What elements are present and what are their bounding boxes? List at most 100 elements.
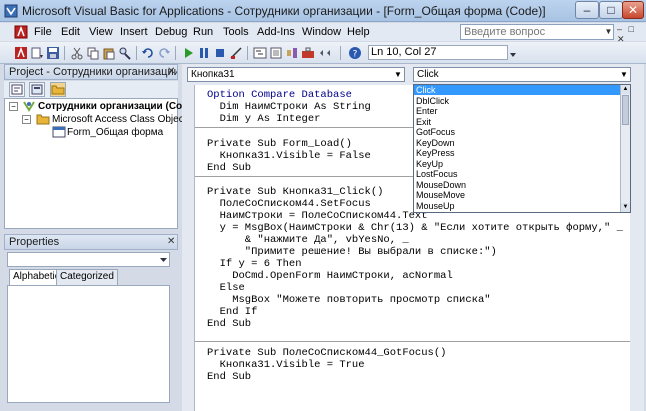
code-line[interactable]: Кнопка31.Visible = True <box>207 359 365 371</box>
project-panel-close[interactable]: ✕ <box>167 66 175 77</box>
menu-add-ins[interactable]: Add-Ins <box>257 26 295 38</box>
code-line[interactable]: y = MsgBox(НаимСтроки & Chr(13) & "Если … <box>207 222 623 234</box>
menu-help[interactable]: Help <box>347 26 370 38</box>
procedure-divider <box>195 341 630 342</box>
code-line[interactable]: End Sub <box>207 318 251 330</box>
cut-icon[interactable] <box>70 46 84 60</box>
procedure-combo-value: Click <box>417 69 439 80</box>
tree-item-class-objects[interactable]: Microsoft Access Class Objects <box>52 114 191 125</box>
code-line[interactable]: Dim y As Integer <box>207 113 321 125</box>
access-icon[interactable] <box>14 46 28 60</box>
scrollbar-thumb[interactable] <box>622 95 629 125</box>
properties-icon[interactable] <box>269 46 283 60</box>
dropdown-item-click[interactable]: Click <box>414 85 621 95</box>
folder-icon <box>51 85 65 95</box>
code-line[interactable]: DoCmd.OpenForm НаимСтроки, acNormal <box>207 270 453 282</box>
copy-icon[interactable] <box>86 46 100 60</box>
dropdown-scrollbar[interactable]: ▲ ▼ <box>620 85 630 212</box>
tree-collapse-toggle[interactable]: − <box>9 102 18 111</box>
code-line[interactable]: MsgBox "Можете повторить просмотр списка… <box>207 294 490 306</box>
menu-debug[interactable]: Debug <box>155 26 187 38</box>
code-line[interactable]: Else <box>207 282 245 294</box>
help-icon[interactable]: ? <box>348 46 362 60</box>
paste-icon[interactable] <box>102 46 116 60</box>
scroll-down-icon[interactable]: ▼ <box>621 203 630 212</box>
maximize-button[interactable]: □ <box>599 1 623 19</box>
dropdown-item-mousedown[interactable]: MouseDown <box>414 180 621 190</box>
menu-run[interactable]: Run <box>193 26 213 38</box>
code-line[interactable]: End Sub <box>207 371 251 383</box>
find-icon[interactable] <box>118 46 132 60</box>
object-combo[interactable]: Кнопка31 ▼ <box>187 67 405 82</box>
close-button[interactable]: ✕ <box>622 1 644 19</box>
break-icon[interactable] <box>197 46 211 60</box>
dropdown-item-enter[interactable]: Enter <box>414 106 621 116</box>
run-icon[interactable] <box>181 46 195 60</box>
code-line[interactable]: Private Sub Form_Load() <box>207 138 352 150</box>
code-line[interactable]: ПолеСоСписком44.SetFocus <box>207 198 371 210</box>
object-selector-combo[interactable] <box>7 252 170 267</box>
code-line[interactable]: НаимСтроки = ПолеСоСписком44.Text <box>207 210 428 222</box>
dropdown-item-keypress[interactable]: KeyPress <box>414 148 621 158</box>
ask-question-input[interactable]: Введите вопрос <box>460 24 614 40</box>
svg-text:?: ? <box>353 50 358 60</box>
properties-panel-close[interactable]: ✕ <box>167 236 175 247</box>
toggle-folders-button[interactable] <box>50 82 66 97</box>
properties-panel-title: Properties <box>4 234 178 250</box>
toolbar-options-icon[interactable] <box>318 46 332 60</box>
dropdown-item-lostfocus[interactable]: LostFocus <box>414 169 621 179</box>
code-line[interactable]: End Sub <box>207 162 251 174</box>
window-title: Microsoft Visual Basic for Applications … <box>22 4 546 18</box>
tab-categorized[interactable]: Categorized <box>56 269 118 285</box>
code-line[interactable]: If y = 6 Then <box>207 258 302 270</box>
toolbar-separator <box>136 46 137 60</box>
menu-window[interactable]: Window <box>302 26 341 38</box>
object-browser-icon[interactable] <box>285 46 299 60</box>
tree-item-form[interactable]: Form_Общая форма <box>67 127 163 138</box>
design-mode-icon[interactable] <box>229 46 243 60</box>
chevron-down-icon[interactable] <box>509 51 517 59</box>
code-line[interactable]: End If <box>207 306 258 318</box>
dropdown-item-dblclick[interactable]: DblClick <box>414 96 621 106</box>
chevron-down-icon[interactable]: ▼ <box>618 68 630 81</box>
reset-icon[interactable] <box>213 46 227 60</box>
tree-collapse-toggle[interactable]: − <box>22 115 31 124</box>
undo-icon[interactable] <box>141 46 155 60</box>
dropdown-item-mousemove[interactable]: MouseMove <box>414 190 621 200</box>
procedure-combo[interactable]: Click ▼ <box>413 67 631 82</box>
scroll-up-icon[interactable]: ▲ <box>621 85 630 94</box>
toolbox-icon[interactable] <box>301 46 315 60</box>
view-code-button[interactable] <box>9 82 25 97</box>
view-object-button[interactable] <box>29 82 45 97</box>
cursor-position-readout: Ln 10, Col 27 <box>368 45 508 60</box>
chevron-down-icon[interactable]: ▼ <box>603 24 614 40</box>
minimize-button[interactable]: – <box>575 1 599 19</box>
code-line[interactable]: Кнопка31.Visible = False <box>207 150 371 162</box>
code-line[interactable]: Dim НаимСтроки As String <box>207 101 371 113</box>
save-icon[interactable] <box>46 46 60 60</box>
project-explorer-icon[interactable] <box>253 46 267 60</box>
code-line[interactable]: Private Sub ПолеСоСписком44_GotFocus() <box>207 347 446 359</box>
toolbar-separator <box>247 46 248 60</box>
redo-icon[interactable] <box>157 46 171 60</box>
view-code-icon <box>11 84 23 95</box>
code-line[interactable]: "Примите решение! Вы выбрали в списке:") <box>207 246 497 258</box>
menu-file[interactable]: File <box>34 26 52 38</box>
folder-icon <box>36 114 50 125</box>
dropdown-item-keydown[interactable]: KeyDown <box>414 138 621 148</box>
chevron-down-icon[interactable]: ▼ <box>392 68 404 81</box>
dropdown-item-gotfocus[interactable]: GotFocus <box>414 127 621 137</box>
dropdown-item-mouseup[interactable]: MouseUp <box>414 201 621 211</box>
menu-view[interactable]: View <box>89 26 113 38</box>
insert-module-icon[interactable] <box>30 46 44 60</box>
code-line[interactable]: Option Compare Database <box>207 89 352 101</box>
dropdown-item-exit[interactable]: Exit <box>414 117 621 127</box>
access-icon[interactable] <box>14 25 28 39</box>
menu-tools[interactable]: Tools <box>223 26 249 38</box>
dropdown-item-keyup[interactable]: KeyUp <box>414 159 621 169</box>
tree-item-project[interactable]: Сотрудники организации (Сот <box>38 101 187 112</box>
code-line[interactable]: & "нажмите Да", vbYesNo, _ <box>207 234 409 246</box>
menu-insert[interactable]: Insert <box>120 26 148 38</box>
menu-edit[interactable]: Edit <box>61 26 80 38</box>
code-line[interactable]: Private Sub Кнопка31_Click() <box>207 186 383 198</box>
